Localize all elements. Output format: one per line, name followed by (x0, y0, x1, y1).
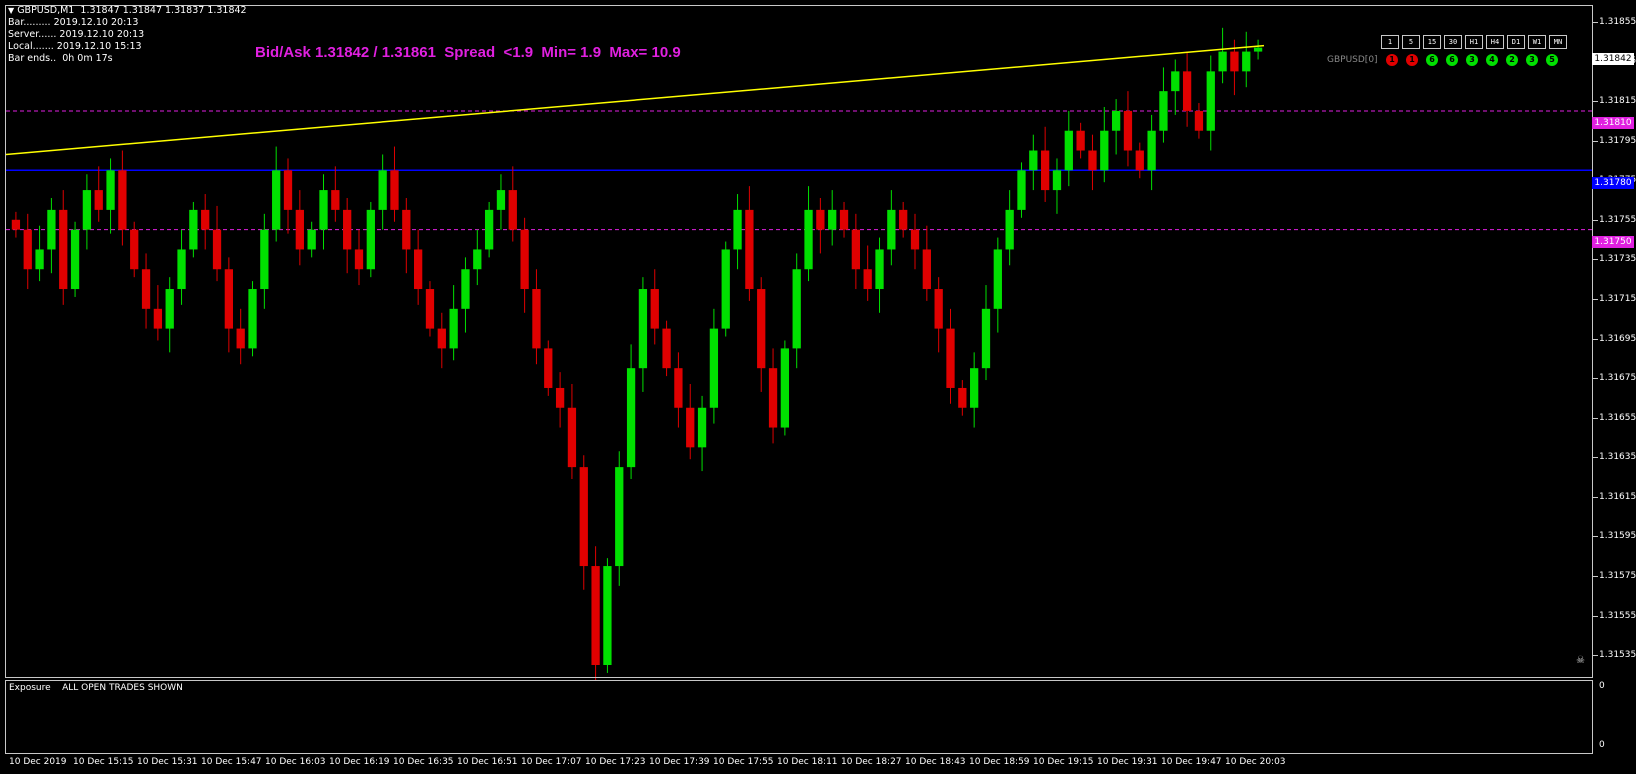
price-tick (1593, 140, 1598, 142)
time-label: 10 Dec 18:59 (969, 757, 1030, 767)
time-label: 10 Dec 16:35 (393, 757, 454, 767)
price-label: 1.31855 (1599, 16, 1636, 27)
time-label: 10 Dec 17:23 (585, 757, 646, 767)
time-label: 10 Dec 18:43 (905, 757, 966, 767)
subwindow-top-value: 0 (1599, 681, 1605, 691)
strength-circle: 6 (1426, 54, 1438, 66)
time-label: 10 Dec 19:31 (1097, 757, 1158, 767)
timeframe-button[interactable]: D1 (1507, 35, 1525, 49)
strength-circle: 5 (1546, 54, 1558, 66)
bar-ends: Bar ends.. 0h 0m 17s (8, 53, 113, 64)
exposure-header: Exposure ALL OPEN TRADES SHOWN (9, 683, 183, 693)
price-tick (1593, 655, 1598, 657)
price-tick (1593, 417, 1598, 419)
timeframe-button[interactable]: W1 (1528, 35, 1546, 49)
price-label: 1.31575 (1599, 570, 1636, 581)
price-label: 1.31815 (1599, 96, 1636, 107)
time-label: 10 Dec 17:07 (521, 757, 582, 767)
price-tick (1593, 259, 1598, 261)
price-label: 1.31735 (1599, 254, 1636, 265)
time-label: 10 Dec 19:47 (1161, 757, 1222, 767)
price-label: 1.31695 (1599, 333, 1636, 344)
price-label: 1.31635 (1599, 452, 1636, 463)
price-label: 1.31595 (1599, 531, 1636, 542)
timeframe-button[interactable]: MN (1549, 35, 1567, 49)
time-label: 10 Dec 17:39 (649, 757, 710, 767)
time-label: 10 Dec 18:27 (841, 757, 902, 767)
exposure-message: ALL OPEN TRADES SHOWN (62, 683, 183, 693)
timeframe-button[interactable]: H4 (1486, 35, 1504, 49)
local-time: Local....... 2019.12.10 15:13 (8, 41, 142, 52)
price-label: 1.31675 (1599, 373, 1636, 384)
price-label: 1.31755 (1599, 214, 1636, 225)
lower-level-tag: 1.31750 (1592, 236, 1634, 248)
subwindow-bottom-value: 0 (1599, 740, 1605, 750)
price-tick (1593, 457, 1598, 459)
skull-icon: ☠ (1576, 655, 1585, 666)
strength-circle: 2 (1506, 54, 1518, 66)
time-label: 10 Dec 20:03 (1225, 757, 1286, 767)
triangle-down-icon[interactable]: ▼ (8, 6, 14, 15)
strength-circle: 3 (1466, 54, 1478, 66)
indicator-label: GBPUSD[0] (1327, 55, 1378, 65)
time-label: 10 Dec 2019 (9, 757, 67, 767)
timeframe-button[interactable]: 15 (1423, 35, 1441, 49)
time-label: 10 Dec 16:51 (457, 757, 518, 767)
price-label: 1.31615 (1599, 491, 1636, 502)
blue-level-tag: 1.31780 (1592, 177, 1634, 189)
price-tick (1593, 575, 1598, 577)
price-tick (1593, 101, 1598, 103)
price-tick (1593, 298, 1598, 300)
time-label: 10 Dec 19:15 (1033, 757, 1094, 767)
time-label: 10 Dec 17:55 (713, 757, 774, 767)
timeframe-button[interactable]: 5 (1402, 35, 1420, 49)
time-label: 10 Dec 15:47 (201, 757, 262, 767)
bar-time: Bar......... 2019.12.10 20:13 (8, 17, 139, 28)
price-label: 1.31535 (1599, 650, 1636, 661)
current-price-tag: 1.31842 (1592, 53, 1634, 65)
time-label: 10 Dec 15:31 (137, 757, 198, 767)
strength-circle: 3 (1526, 54, 1538, 66)
timeframe-button[interactable]: 1 (1381, 35, 1399, 49)
upper-level-tag: 1.31810 (1592, 117, 1634, 129)
strength-circle: 1 (1406, 54, 1418, 66)
time-label: 10 Dec 16:03 (265, 757, 326, 767)
price-tick (1593, 536, 1598, 538)
price-label: 1.31555 (1599, 610, 1636, 621)
time-label: 10 Dec 16:19 (329, 757, 390, 767)
server-time: Server...... 2019.12.10 20:13 (8, 29, 145, 40)
price-label: 1.31715 (1599, 293, 1636, 304)
price-tick (1593, 496, 1598, 498)
exposure-title: Exposure (9, 683, 51, 693)
price-tick (1593, 378, 1598, 380)
price-label: 1.31795 (1599, 135, 1636, 146)
strength-circle: 6 (1446, 54, 1458, 66)
time-label: 10 Dec 18:11 (777, 757, 838, 767)
strength-circle: 1 (1386, 54, 1398, 66)
time-label: 10 Dec 15:15 (73, 757, 134, 767)
price-tick (1593, 615, 1598, 617)
main-chart-frame (5, 5, 1593, 678)
bar-info-block: Bar......... 2019.12.10 20:13 Server.....… (8, 17, 144, 65)
price-tick (1593, 338, 1598, 340)
exposure-subwindow-frame (5, 680, 1593, 754)
timeframe-button[interactable]: 30 (1444, 35, 1462, 49)
price-tick (1593, 219, 1598, 221)
symbol-header: ▼ GBPUSD,M1 1.31847 1.31847 1.31837 1.31… (8, 5, 247, 17)
price-label: 1.31655 (1599, 412, 1636, 423)
timeframe-button[interactable]: H1 (1465, 35, 1483, 49)
symbol-name: GBPUSD,M1 (17, 5, 75, 16)
price-tick (1593, 21, 1598, 23)
ohlc-values: 1.31847 1.31847 1.31837 1.31842 (80, 5, 247, 16)
strength-circle: 4 (1486, 54, 1498, 66)
bid-ask-spread-text: Bid/Ask 1.31842 / 1.31861 Spread <1.9 Mi… (255, 44, 681, 61)
